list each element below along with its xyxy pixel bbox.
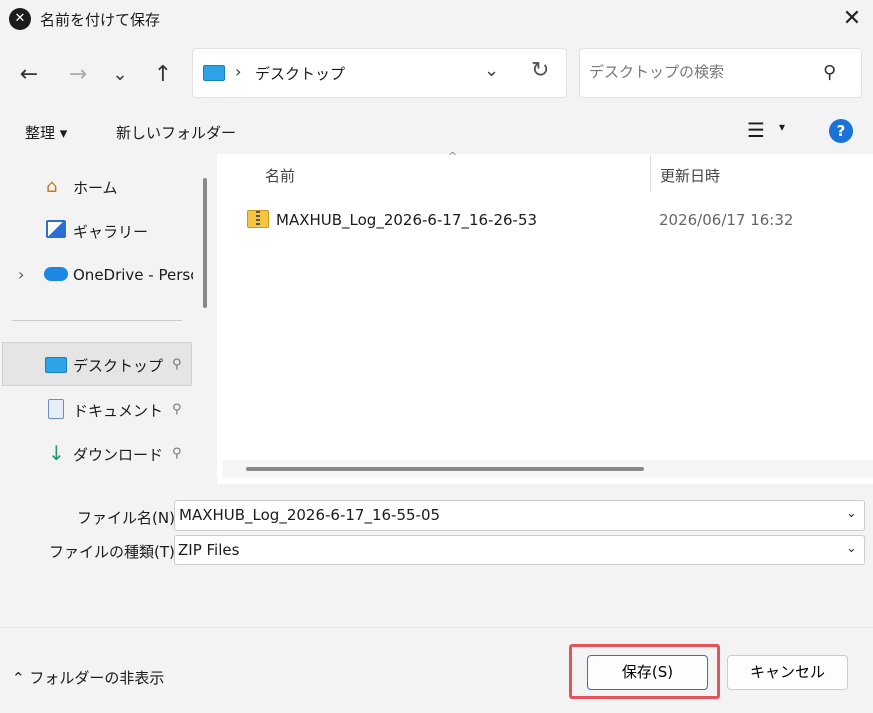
filename-label: ファイル名(N): [77,509,180,527]
filetype-value: ZIP Files [178,541,240,559]
sidebar-item-onedrive[interactable]: OneDrive - Perso [73,266,193,284]
sidebar-item-downloads[interactable]: ダウンロード [73,444,163,465]
filename-input[interactable] [179,506,829,524]
gallery-icon [46,220,66,238]
cancel-button[interactable]: キャンセル [727,655,848,690]
organize-menu-button[interactable]: 整理 ▾ [25,122,67,143]
address-dropdown-icon[interactable]: ⌄ [484,60,499,81]
search-input[interactable] [589,63,819,81]
pin-icon: ⚲ [172,402,182,417]
column-header-name[interactable]: 名前 [265,165,295,186]
file-name[interactable]: MAXHUB_Log_2026-6-17_16-26-53 [276,211,537,229]
search-box[interactable] [579,48,862,98]
chevron-down-icon[interactable]: ⌄ [846,506,857,521]
refresh-icon[interactable]: ↻ [531,58,549,83]
x-logo-icon: ✕ [9,8,31,30]
address-bar[interactable] [192,48,567,98]
sidebar-item-documents[interactable]: ドキュメント [73,400,163,421]
sidebar-item-home[interactable]: ホーム [73,177,118,198]
navigation-pane [0,154,217,484]
new-folder-button[interactable]: 新しいフォルダー [116,122,236,143]
filetype-select[interactable] [174,535,865,565]
sort-ascending-icon: ^ [448,150,458,163]
pin-icon: ⚲ [172,446,182,461]
forward-arrow-icon[interactable]: → [63,60,93,90]
column-header-date[interactable]: 更新日時 [660,165,720,186]
horizontal-scrollbar[interactable] [246,467,644,471]
view-list-icon[interactable]: ☰ [747,118,765,142]
documents-icon [48,399,64,419]
onedrive-icon [44,267,68,281]
sidebar-item-desktop[interactable]: デスクトップ [73,355,163,376]
expand-chevron-icon[interactable]: › [18,265,24,284]
back-arrow-icon[interactable]: ← [14,60,44,90]
close-button[interactable]: ✕ [836,4,868,34]
view-dropdown-icon[interactable]: ▾ [779,120,785,134]
desktop-folder-icon [203,65,225,81]
desktop-folder-icon [45,357,67,373]
help-icon[interactable]: ? [829,119,853,143]
column-divider[interactable] [650,156,651,192]
save-button[interactable]: 保存(S) [587,655,708,690]
download-icon: ↓ [48,441,65,465]
pin-icon: ⚲ [172,357,182,372]
hide-folders-button[interactable]: ⌃ フォルダーの非表示 [12,667,164,688]
home-icon: ⌂ [46,176,58,197]
breadcrumb-separator-icon: › [235,62,242,81]
file-date: 2026/06/17 16:32 [659,211,794,229]
up-arrow-icon[interactable]: ↑ [148,60,178,90]
sidebar-divider [12,320,182,321]
filename-combobox[interactable] [174,500,865,531]
recent-locations-chevron-icon[interactable]: ⌄ [105,60,135,90]
filetype-label: ファイルの種類(T): [49,543,180,561]
sidebar-scrollbar[interactable] [203,178,207,308]
footer-divider [0,627,873,628]
breadcrumb-desktop[interactable]: デスクトップ [255,63,345,84]
window-title: 名前を付けて保存 [40,11,161,29]
search-icon[interactable]: ⚲ [823,62,836,83]
zip-zipper-icon [256,211,260,227]
chevron-down-icon[interactable]: ⌄ [846,541,857,556]
sidebar-item-gallery[interactable]: ギャラリー [73,221,148,242]
